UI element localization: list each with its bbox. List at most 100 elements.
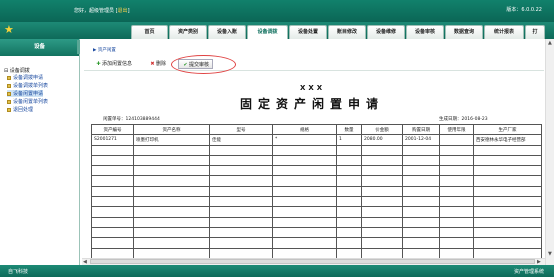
table-cell — [439, 134, 474, 146]
table-cell — [439, 175, 474, 187]
scroll-down-icon[interactable]: ▼ — [548, 251, 552, 257]
tab-asset-disposal[interactable]: 设备处置 — [289, 25, 327, 39]
table-cell — [439, 196, 474, 208]
table-cell — [91, 196, 134, 208]
table-cell: 2001-12-04 — [402, 134, 440, 146]
doc-number-value: 124103889444 — [125, 117, 160, 122]
tab-asset-category[interactable]: 资产类别 — [169, 25, 207, 39]
greeting-bracket: ] — [127, 8, 130, 14]
table-cell — [209, 216, 273, 228]
tab-asset-repair[interactable]: 设备维修 — [367, 25, 405, 39]
tab-home[interactable]: 首页 — [131, 25, 168, 39]
table-cell — [336, 175, 362, 187]
table-cell — [91, 175, 134, 187]
sidebar-item-label: 设备调拨申请 — [13, 75, 44, 81]
table-cell — [133, 237, 210, 249]
table-cell — [272, 206, 337, 218]
table-cell — [272, 237, 337, 249]
horizontal-scroll-thumb[interactable] — [90, 259, 535, 264]
table-cell — [439, 237, 474, 249]
tab-asset-review[interactable]: 设备审核 — [406, 25, 444, 39]
table-row-empty[interactable] — [91, 216, 542, 228]
folder-icon — [7, 107, 11, 112]
table-cell — [133, 247, 210, 259]
table-cell — [439, 216, 474, 228]
sidebar-item-idle-apply[interactable]: 设备闲置申请 — [7, 90, 44, 97]
table-row-empty[interactable] — [91, 144, 542, 156]
generated-date-value: 2016-08-23 — [461, 117, 488, 122]
plus-icon: ✚ — [96, 61, 101, 67]
table-cell — [209, 196, 273, 208]
table-cell: 佳能 — [209, 134, 273, 146]
table-row-empty[interactable] — [91, 154, 542, 167]
table-cell — [439, 247, 474, 259]
tab-more[interactable]: 打 — [525, 25, 545, 39]
table-row-empty[interactable] — [91, 165, 542, 177]
table-cell — [402, 154, 440, 167]
table-cell — [272, 196, 337, 208]
sidebar-collapse-handle[interactable] — [77, 40, 80, 54]
sidebar-item-transfer-list[interactable]: 设备调拨单列表 — [7, 82, 48, 89]
column-header: 价金额 — [361, 123, 403, 136]
add-idle-label: 添加闲置信息 — [102, 61, 133, 67]
tab-statistics[interactable]: 统计报表 — [484, 25, 524, 39]
table-row-empty[interactable] — [91, 206, 542, 218]
table-cell — [361, 144, 403, 156]
table-cell — [402, 247, 440, 259]
table-body: S2001271 喷墨打印机 佳能 * 1 2080.00 2001-12-04 西安德林永华… — [91, 134, 542, 259]
table-cell — [439, 226, 474, 239]
sidebar-item-return[interactable]: 退回处理 — [7, 106, 33, 113]
table-cell — [272, 175, 337, 187]
table-row-empty[interactable] — [91, 247, 542, 259]
table-cell — [209, 237, 273, 249]
logout-link[interactable]: 退出 — [118, 8, 128, 14]
sidebar-group[interactable]: ⊟ 设备调拨 — [4, 67, 30, 74]
table-row[interactable]: S2001271 喷墨打印机 佳能 * 1 2080.00 2001-12-04 西安德林永华… — [91, 134, 542, 146]
scroll-up-icon[interactable]: ▲ — [548, 40, 552, 46]
table-cell — [91, 185, 134, 198]
table-cell — [402, 206, 440, 218]
table-cell — [439, 185, 474, 198]
table-cell — [361, 175, 403, 187]
sidebar-item-transfer-apply[interactable]: 设备调拨申请 — [7, 74, 43, 81]
table-cell — [473, 154, 542, 167]
table-cell — [361, 216, 403, 228]
table-cell — [402, 237, 440, 249]
tab-asset-entry[interactable]: 设备入账 — [208, 25, 246, 39]
table-cell — [133, 226, 210, 239]
table-cell — [402, 165, 440, 177]
table-cell — [439, 154, 474, 167]
table-cell — [133, 144, 210, 156]
doc-number-label: 闲置单号： — [103, 117, 126, 122]
table-cell — [272, 247, 337, 259]
table-cell: 1 — [336, 134, 362, 146]
table-row-empty[interactable] — [91, 175, 542, 187]
sidebar-item-idle-list[interactable]: 设备闲置单列表 — [7, 98, 48, 105]
table-cell — [402, 144, 440, 156]
footer-app-name: 资产管理系统 — [513, 269, 544, 275]
vertical-scrollbar[interactable]: ▲ ▼ — [545, 39, 554, 265]
table-cell — [336, 196, 362, 208]
column-header: 使用年限 — [439, 123, 474, 136]
table-cell — [209, 165, 273, 177]
table-row-empty[interactable] — [91, 226, 542, 239]
highlight-circle — [171, 55, 236, 74]
delete-button[interactable]: ✖删除 — [149, 59, 166, 69]
tab-data-query[interactable]: 数据查询 — [445, 25, 483, 39]
table-row-empty[interactable] — [91, 196, 542, 208]
sidebar-item-label: 设备调拨单列表 — [13, 83, 49, 89]
tab-asset-transfer[interactable]: 设备调拨 — [247, 25, 288, 39]
table-cell — [361, 196, 403, 208]
table-cell — [209, 226, 273, 239]
table-cell — [272, 226, 337, 239]
add-idle-button[interactable]: ✚添加闲置信息 — [95, 59, 132, 69]
generated-date-label: 生成日期： — [439, 117, 462, 122]
footer-company: 自飞科技 — [8, 269, 29, 275]
table-cell — [336, 154, 362, 167]
tab-account-edit[interactable]: 账目修改 — [328, 25, 366, 39]
table-cell — [439, 144, 474, 156]
table-row-empty[interactable] — [91, 237, 542, 249]
table-cell — [209, 185, 273, 198]
table-row-empty[interactable] — [91, 185, 542, 198]
folder-icon — [7, 75, 11, 80]
